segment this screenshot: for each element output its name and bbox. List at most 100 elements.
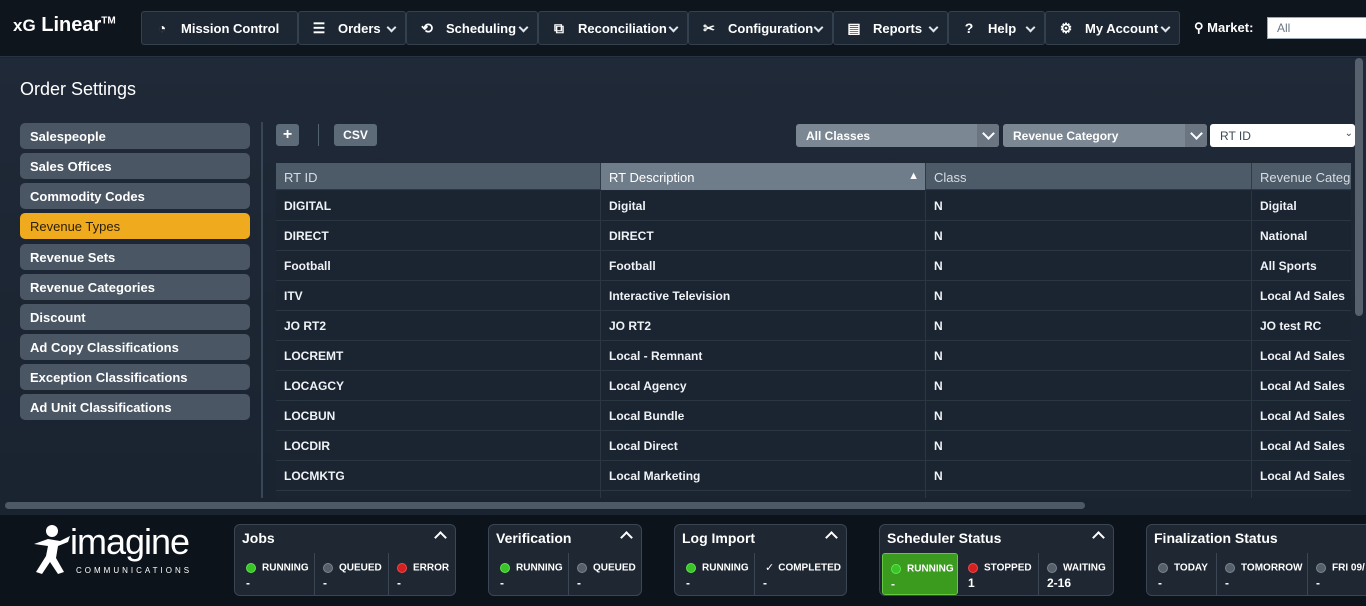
column-search-select[interactable]: RT ID ⌄ [1210, 124, 1355, 147]
collapse-caret-icon[interactable] [620, 531, 633, 544]
table-header: RT ID RT Description ▲ Class Revenue Cat… [276, 163, 1351, 190]
stat-value: - [686, 576, 690, 590]
log-import-running-stat[interactable]: RUNNING - [678, 553, 755, 595]
csv-export-button[interactable]: CSV [334, 124, 377, 146]
add-button[interactable]: + [276, 124, 299, 146]
cell-class: N [926, 221, 1252, 251]
table-row[interactable]: ITV Interactive Television N Local Ad Sales [276, 281, 1351, 311]
cell-revenue-category: Local Ad Sales [1252, 281, 1351, 311]
scheduler-running-stat[interactable]: RUNNING - [882, 553, 958, 595]
scheduler-stopped-stat[interactable]: STOPPED 1 [960, 553, 1039, 595]
stat-value: - [1158, 576, 1162, 590]
sidebar-divider [261, 122, 263, 498]
table-row[interactable]: DIRECT DIRECT N National [276, 221, 1351, 251]
horizontal-scrollbar[interactable] [5, 502, 1085, 509]
logo-wordmark: imagine [70, 521, 190, 562]
status-dot-icon [323, 562, 333, 573]
cell-class: N [926, 371, 1252, 401]
nav-orders[interactable]: ☰ Orders [298, 11, 406, 45]
status-dot-icon [891, 563, 901, 574]
stat-label: TODAY [1174, 562, 1208, 574]
nav-configuration[interactable]: ✂ Configuration [688, 11, 833, 45]
collapse-caret-icon[interactable] [825, 531, 838, 544]
nav-reports[interactable]: ▤ Reports [833, 11, 948, 45]
cell-rt-description: Local Bundle [601, 401, 926, 431]
table-row[interactable]: Football Football N All Sports [276, 251, 1351, 281]
table-row[interactable]: LOCBUN Local Bundle N Local Ad Sales [276, 401, 1351, 431]
collapse-caret-icon[interactable] [434, 531, 447, 544]
nav-label: Help [988, 20, 1017, 36]
cell-class: N [926, 281, 1252, 311]
sidebar-item-salespeople[interactable]: Salespeople [20, 123, 250, 149]
stat-label: RUNNING [262, 562, 309, 574]
stat-label: RUNNING [516, 562, 563, 574]
tools-icon: ✂ [703, 19, 715, 36]
sidebar-item-sales-offices[interactable]: Sales Offices [20, 153, 250, 179]
scheduler-waiting-stat[interactable]: WAITING 2-16 [1039, 553, 1113, 595]
nav-reconciliation[interactable]: ⧉ Reconciliation [538, 11, 688, 45]
cell-rt-description: JO RT2 [601, 311, 926, 341]
sidebar-item-revenue-types[interactable]: Revenue Types [20, 213, 250, 239]
market-select[interactable]: All [1267, 17, 1366, 39]
brand-trademark: TM [101, 15, 116, 27]
sidebar-item-discount[interactable]: Discount [20, 304, 250, 330]
cell-revenue-category: Local Ad Sales [1252, 341, 1351, 371]
nav-mission-control[interactable]: ◔ Mission Control [141, 11, 298, 45]
jobs-queued-stat[interactable]: QUEUED - [315, 553, 389, 595]
status-dot-icon [686, 562, 696, 573]
panel-title: Finalization Status [1154, 530, 1278, 546]
finalization-date-stat[interactable]: FRI 09/ - [1308, 553, 1366, 595]
verification-running-stat[interactable]: RUNNING - [492, 553, 569, 595]
verification-queued-stat[interactable]: QUEUED - [569, 553, 641, 595]
stat-label: WAITING [1063, 562, 1106, 574]
cell-rt-id: Football [276, 251, 601, 281]
stat-label: QUEUED [339, 562, 382, 574]
nav-label: Configuration [728, 20, 814, 36]
table-row[interactable]: DIGITAL Digital N Digital [276, 191, 1351, 221]
nav-label: Orders [338, 20, 381, 36]
sidebar-item-commodity-codes[interactable]: Commodity Codes [20, 183, 250, 209]
status-dot-icon [246, 562, 256, 573]
cell-rt-id: LOCAGCY [276, 371, 601, 401]
table-row[interactable]: JO RT2 JO RT2 N JO test RC [276, 311, 1351, 341]
column-header-rt-id[interactable]: RT ID [276, 163, 601, 190]
cell-rt-id: JO RT2 [276, 311, 601, 341]
stat-value: - [577, 576, 581, 590]
table-row[interactable] [276, 491, 1351, 498]
sidebar-item-revenue-sets[interactable]: Revenue Sets [20, 244, 250, 270]
jobs-running-stat[interactable]: RUNNING - [238, 553, 315, 595]
table-row[interactable]: LOCMKTG Local Marketing N Local Ad Sales [276, 461, 1351, 491]
sidebar-item-exception-classifications[interactable]: Exception Classifications [20, 364, 250, 390]
gauge-icon: ◔ [157, 20, 167, 36]
app-logo[interactable]: xG LinearTM [13, 14, 116, 37]
vertical-scrollbar[interactable] [1355, 58, 1363, 316]
nav-help[interactable]: ? Help [948, 11, 1045, 45]
stat-value: - [763, 576, 767, 590]
nav-scheduling[interactable]: ⟲ Scheduling [406, 11, 538, 45]
cell-class: N [926, 461, 1252, 491]
sidebar-item-revenue-categories[interactable]: Revenue Categories [20, 274, 250, 300]
finalization-today-stat[interactable]: TODAY - [1150, 553, 1217, 595]
column-header-revenue-category[interactable]: Revenue Category [1252, 163, 1351, 190]
column-header-class[interactable]: Class [926, 163, 1252, 190]
chevron-down-icon [518, 22, 529, 33]
sidebar-item-ad-copy-classifications[interactable]: Ad Copy Classifications [20, 334, 250, 360]
column-header-rt-description[interactable]: RT Description ▲ [601, 163, 926, 190]
log-import-completed-stat[interactable]: ✓ COMPLETED - [755, 553, 846, 595]
class-filter-select[interactable]: All Classes [796, 124, 999, 147]
top-navigation-bar: xG LinearTM ◔ Mission Control ☰ Orders ⟲… [0, 0, 1366, 57]
jobs-error-stat[interactable]: ERROR - [389, 553, 455, 595]
nav-my-account[interactable]: ⚙ My Account [1045, 11, 1180, 45]
sidebar-item-ad-unit-classifications[interactable]: Ad Unit Classifications [20, 394, 250, 420]
table-row[interactable]: LOCAGCY Local Agency N Local Ad Sales [276, 371, 1351, 401]
table-row[interactable]: LOCDIR Local Direct N Local Ad Sales [276, 431, 1351, 461]
revenue-types-table: RT ID RT Description ▲ Class Revenue Cat… [276, 163, 1351, 498]
collapse-caret-icon[interactable] [1092, 531, 1105, 544]
chevron-down-icon [668, 22, 679, 33]
finalization-tomorrow-stat[interactable]: TOMORROW - [1217, 553, 1308, 595]
nav-label: Mission Control [181, 20, 280, 36]
table-row[interactable]: LOCREMT Local - Remnant N Local Ad Sales [276, 341, 1351, 371]
revenue-category-filter-select[interactable]: Revenue Category [1003, 124, 1207, 147]
cell-class: N [926, 431, 1252, 461]
stat-value: - [246, 576, 250, 590]
